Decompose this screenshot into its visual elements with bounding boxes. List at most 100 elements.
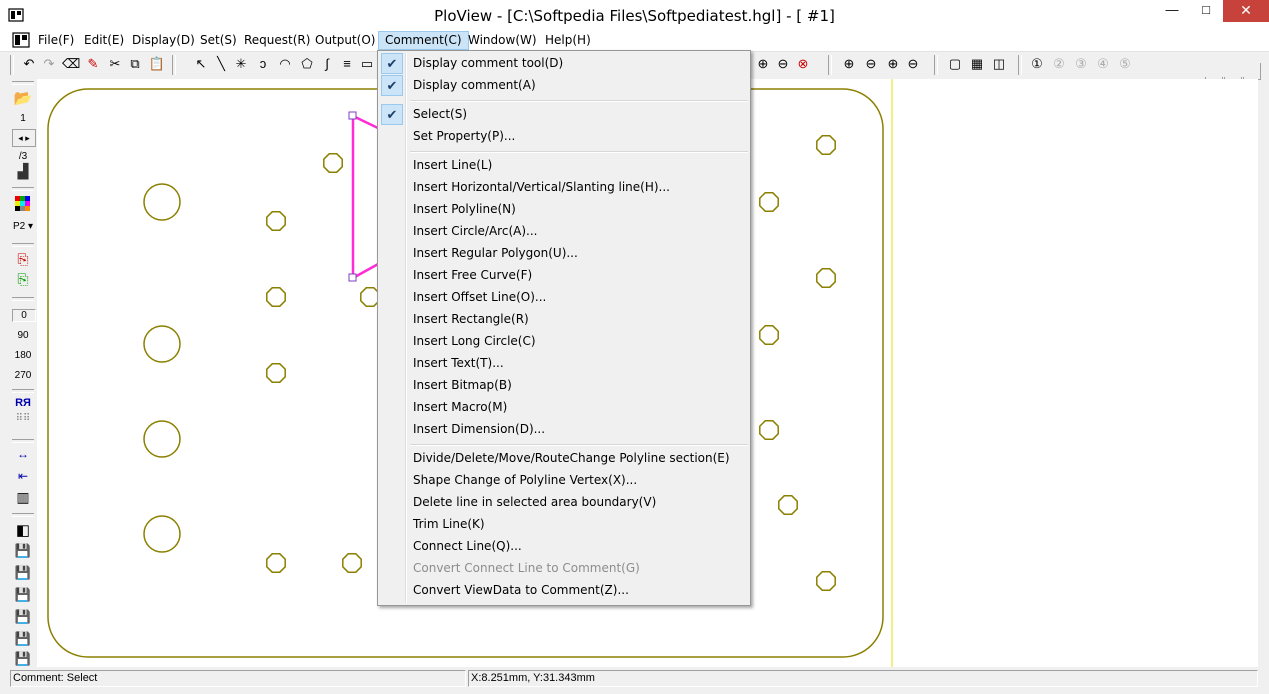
- arc-icon[interactable]: ◠: [276, 55, 294, 73]
- vertex-handle[interactable]: [348, 273, 357, 282]
- save-jpg-icon[interactable]: 💾: [12, 609, 34, 625]
- menu-item-label: Insert Horizontal/Vertical/Slanting line…: [413, 180, 670, 194]
- color-palette-icon[interactable]: [12, 195, 34, 216]
- menu-set[interactable]: Set(S): [194, 32, 243, 49]
- zoom-in-icon[interactable]: ⊕: [754, 55, 772, 73]
- menu-item-insert-polyline[interactable]: Insert Polyline(N): [380, 199, 748, 221]
- menu-window[interactable]: Window(W): [462, 32, 543, 49]
- save-tgs-icon[interactable]: 💾: [12, 651, 34, 667]
- menu-item-insert-horizontal-vertical-slanting-line[interactable]: Insert Horizontal/Vertical/Slanting line…: [380, 177, 748, 199]
- open-folder-icon[interactable]: 📂: [12, 89, 34, 107]
- minimize-button[interactable]: —: [1155, 0, 1189, 22]
- menu-item-delete-line-in-selected-area-boundary[interactable]: Delete line in selected area boundary(V): [380, 492, 748, 514]
- menu-item-insert-regular-polygon[interactable]: Insert Regular Polygon(U)...: [380, 243, 748, 265]
- pan-right-icon[interactable]: ⊕: [840, 55, 858, 73]
- menu-item-insert-rectangle[interactable]: Insert Rectangle(R): [380, 309, 748, 331]
- menu-item-insert-text[interactable]: Insert Text(T)...: [380, 353, 748, 375]
- copy-page-icon[interactable]: ⎘: [12, 251, 34, 268]
- pan-down-icon[interactable]: ⊖: [904, 55, 922, 73]
- menu-item-insert-dimension[interactable]: Insert Dimension(D)...: [380, 419, 748, 441]
- save-tif-icon[interactable]: 💾: [12, 565, 34, 581]
- save-plt-icon[interactable]: 💾: [12, 543, 34, 559]
- menu-file[interactable]: File(F): [32, 32, 80, 49]
- rotate-180-button[interactable]: 180: [12, 350, 34, 361]
- menu-item-insert-bitmap[interactable]: Insert Bitmap(B): [380, 375, 748, 397]
- split-view-icon[interactable]: ◫: [990, 55, 1008, 73]
- menu-item-insert-macro[interactable]: Insert Macro(M): [380, 397, 748, 419]
- menu-display[interactable]: Display(D): [126, 32, 201, 49]
- menu-item-select[interactable]: ✔ Select(S): [380, 104, 748, 126]
- drill-hole: [266, 287, 286, 307]
- hvs-line-icon[interactable]: ✳: [232, 55, 250, 73]
- menu-output[interactable]: Output(O): [309, 32, 382, 49]
- magnifier-4-icon[interactable]: ④: [1094, 55, 1112, 73]
- undo-icon[interactable]: ↶: [20, 55, 38, 73]
- fit-width-icon[interactable]: ↔: [12, 447, 34, 461]
- menu-request[interactable]: Request(R): [238, 32, 316, 49]
- pen-select[interactable]: P2 ▾: [12, 221, 34, 232]
- magnifier-1-icon[interactable]: ①: [1028, 55, 1046, 73]
- pen-icon[interactable]: ✎: [84, 55, 102, 73]
- menu-item-trim-line[interactable]: Trim Line(K): [380, 514, 748, 536]
- select-arrow-icon[interactable]: ↖: [192, 55, 210, 73]
- vertex-handle[interactable]: [348, 111, 357, 120]
- left-toolbar-separator: [12, 243, 34, 247]
- save-bmp-icon[interactable]: 💾: [12, 631, 34, 647]
- magnifier-2-icon[interactable]: ②: [1050, 55, 1068, 73]
- page-total: /3: [18, 151, 28, 162]
- pan-left-icon[interactable]: ⊖: [862, 55, 880, 73]
- rotate-0-button[interactable]: 0: [12, 309, 36, 322]
- fit-page-icon[interactable]: ▥: [12, 489, 34, 506]
- document-icon[interactable]: [12, 32, 30, 48]
- maximize-button[interactable]: □: [1189, 0, 1223, 22]
- menu-item-insert-line[interactable]: Insert Line(L): [380, 155, 748, 177]
- menu-item-connect-line[interactable]: Connect Line(Q)...: [380, 536, 748, 558]
- menu-item-set-property[interactable]: Set Property(P)...: [380, 126, 748, 148]
- window-title: PloView - [C:\Softpedia Files\Softpediat…: [434, 7, 835, 25]
- copy-icon[interactable]: ⧉: [126, 55, 144, 73]
- polyline-icon[interactable]: ↄ: [254, 55, 272, 73]
- rotate-90-button[interactable]: 90: [12, 330, 34, 341]
- rectangle-icon[interactable]: ▭: [358, 55, 376, 73]
- magnifier-5-icon[interactable]: ⑤: [1116, 55, 1134, 73]
- save-dxf-icon[interactable]: 💾: [12, 587, 34, 603]
- menu-comment[interactable]: Comment(C): [378, 31, 469, 50]
- menu-item-insert-offset-line[interactable]: Insert Offset Line(O)...: [380, 287, 748, 309]
- page-stepper[interactable]: ◂ ▸: [12, 129, 36, 147]
- toolbar-separator: [172, 55, 176, 75]
- line-icon[interactable]: ╲: [212, 55, 230, 73]
- menu-item-insert-free-curve[interactable]: Insert Free Curve(F): [380, 265, 748, 287]
- dots-grid-icon[interactable]: ⠿⠿: [12, 413, 34, 424]
- histogram-icon[interactable]: ▟: [12, 163, 34, 180]
- offset-line-icon[interactable]: ≡: [338, 55, 356, 73]
- window-icon[interactable]: ◧: [12, 521, 34, 539]
- menu-help[interactable]: Help(H): [539, 32, 597, 49]
- cut-icon[interactable]: ✂: [106, 55, 124, 73]
- fit-height-icon[interactable]: ⇤: [12, 469, 34, 483]
- free-curve-icon[interactable]: ∫: [318, 55, 336, 73]
- zoom-out-icon[interactable]: ⊖: [774, 55, 792, 73]
- selected-polyline[interactable]: [351, 116, 381, 281]
- redo-icon[interactable]: ↷: [40, 55, 58, 73]
- zoom-reset-icon[interactable]: ⊗: [794, 55, 812, 73]
- paste-icon[interactable]: 📋: [148, 55, 166, 73]
- pan-up-icon[interactable]: ⊕: [884, 55, 902, 73]
- close-button[interactable]: ✕: [1223, 0, 1269, 22]
- menu-item-label: Set Property(P)...: [413, 129, 516, 143]
- paste-page-icon[interactable]: ⎘: [12, 271, 34, 288]
- menu-item-insert-long-circle[interactable]: Insert Long Circle(C): [380, 331, 748, 353]
- rotate-270-button[interactable]: 270: [12, 370, 34, 381]
- grid-view-icon[interactable]: ▦: [968, 55, 986, 73]
- menu-item-shape-change-of-polyline-vertex[interactable]: Shape Change of Polyline Vertex(X)...: [380, 470, 748, 492]
- menu-edit[interactable]: Edit(E): [78, 32, 130, 49]
- single-view-icon[interactable]: ▢: [946, 55, 964, 73]
- magnifier-3-icon[interactable]: ③: [1072, 55, 1090, 73]
- menu-item-display-comment[interactable]: ✔ Display comment(A): [380, 75, 748, 97]
- menu-item-display-comment-tool[interactable]: ✔ Display comment tool(D): [380, 53, 748, 75]
- eraser-icon[interactable]: ⌫: [62, 55, 80, 73]
- menu-item-insert-circle-arc[interactable]: Insert Circle/Arc(A)...: [380, 221, 748, 243]
- menu-item-divide-delete-move-routechange-polyline-section[interactable]: Divide/Delete/Move/RouteChange Polyline …: [380, 448, 748, 470]
- mirror-button[interactable]: RЯ: [12, 397, 34, 409]
- menu-item-convert-viewdata-to-comment[interactable]: Convert ViewData to Comment(Z)...: [380, 580, 748, 602]
- polygon-icon[interactable]: ⬠: [298, 55, 316, 73]
